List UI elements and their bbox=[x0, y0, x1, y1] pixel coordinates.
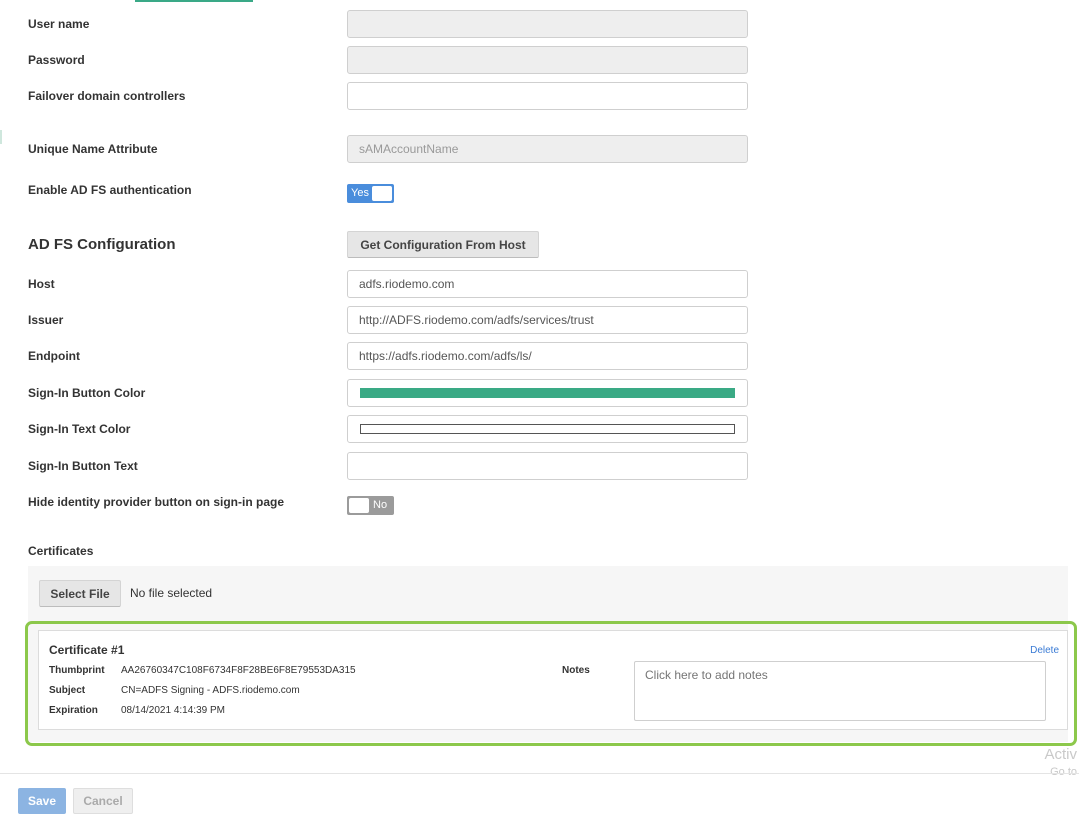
active-tab-indicator bbox=[135, 0, 253, 2]
certificate-highlight-frame bbox=[25, 621, 1077, 746]
password-input[interactable] bbox=[347, 46, 748, 74]
enable-adfs-label: Enable AD FS authentication bbox=[28, 183, 192, 197]
button-color-swatch bbox=[360, 388, 735, 398]
endpoint-label: Endpoint bbox=[28, 349, 80, 363]
failover-label: Failover domain controllers bbox=[28, 89, 186, 103]
issuer-input[interactable] bbox=[347, 306, 748, 334]
activation-watermark-sub: Go to bbox=[1050, 766, 1077, 778]
host-input[interactable] bbox=[347, 270, 748, 298]
adfs-config-title: AD FS Configuration bbox=[28, 236, 176, 253]
text-color-label: Sign-In Text Color bbox=[28, 422, 131, 436]
hide-button-toggle[interactable]: No bbox=[347, 496, 394, 515]
footer-divider bbox=[0, 773, 1079, 774]
password-label: Password bbox=[28, 53, 85, 67]
text-color-picker[interactable] bbox=[347, 415, 748, 443]
endpoint-input[interactable] bbox=[347, 342, 748, 370]
save-button[interactable]: Save bbox=[18, 788, 66, 814]
toggle-knob bbox=[372, 186, 392, 201]
username-input[interactable] bbox=[347, 10, 748, 38]
button-text-input[interactable] bbox=[347, 452, 748, 480]
toggle-knob bbox=[349, 498, 369, 513]
toggle-yes-label: Yes bbox=[351, 187, 369, 199]
sidebar-edge bbox=[0, 130, 2, 144]
unique-name-input[interactable] bbox=[347, 135, 748, 163]
button-text-label: Sign-In Button Text bbox=[28, 459, 138, 473]
certificates-label: Certificates bbox=[28, 544, 94, 558]
issuer-label: Issuer bbox=[28, 313, 64, 327]
text-color-swatch bbox=[360, 424, 735, 434]
button-color-label: Sign-In Button Color bbox=[28, 386, 146, 400]
button-color-picker[interactable] bbox=[347, 379, 748, 407]
select-file-button[interactable]: Select File bbox=[39, 580, 121, 607]
activation-watermark: Activ bbox=[1044, 746, 1077, 763]
username-label: User name bbox=[28, 17, 90, 31]
hide-button-label: Hide identity provider button on sign-in… bbox=[28, 495, 284, 509]
failover-input[interactable] bbox=[347, 82, 748, 110]
no-file-text: No file selected bbox=[130, 586, 213, 600]
get-config-button[interactable]: Get Configuration From Host bbox=[347, 231, 539, 258]
cancel-button[interactable]: Cancel bbox=[73, 788, 133, 814]
host-label: Host bbox=[28, 277, 55, 291]
enable-adfs-toggle[interactable]: Yes bbox=[347, 184, 394, 203]
toggle-no-label: No bbox=[373, 499, 388, 511]
unique-name-label: Unique Name Attribute bbox=[28, 142, 158, 156]
